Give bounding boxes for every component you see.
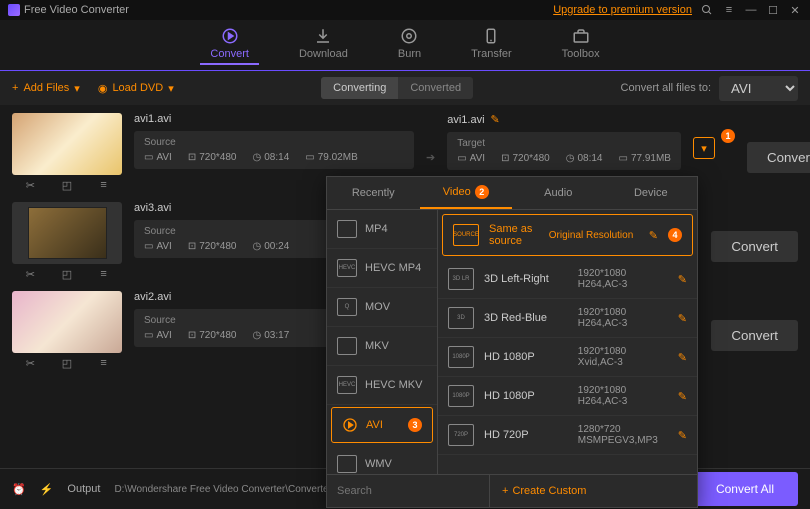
format-mkv[interactable]: MKV	[327, 327, 437, 366]
effects-icon[interactable]: ≡	[94, 268, 114, 281]
nav-transfer[interactable]: Transfer	[471, 27, 512, 64]
add-files-button[interactable]: + Add Files ▾	[12, 82, 80, 95]
toolbar: + Add Files ▾ ◉ Load DVD ▾ Converting Co…	[0, 71, 810, 105]
nav-burn[interactable]: Burn	[398, 27, 421, 64]
effects-icon[interactable]: ≡	[94, 357, 114, 370]
edit-icon[interactable]: ✎	[678, 429, 687, 442]
callout-badge: 1	[721, 129, 735, 143]
tab-converting[interactable]: Converting	[321, 77, 398, 99]
app-icon	[8, 4, 20, 16]
convert-button[interactable]: Convert	[747, 142, 810, 173]
convert-all-format-select[interactable]: AVI	[719, 76, 798, 101]
preset-option[interactable]: 1080P HD 1080P 1920*1080H264,AC-3 ✎	[438, 377, 697, 416]
close-icon[interactable]: ✕	[788, 3, 802, 17]
nav-download[interactable]: Download	[299, 27, 348, 64]
callout-badge: 3	[408, 418, 422, 432]
preset-same-as-source[interactable]: SOURCE Same as source Original Resolutio…	[442, 214, 693, 256]
preset-option[interactable]: 3D LR 3D Left-Right 1920*1080H264,AC-3 ✎	[438, 260, 697, 299]
app-title: Free Video Converter	[24, 4, 129, 16]
edit-icon[interactable]: ✎	[678, 312, 687, 325]
format-hevc-mp4[interactable]: HEVCHEVC MP4	[327, 249, 437, 288]
tab-converted[interactable]: Converted	[398, 77, 473, 99]
output-path[interactable]: D:\Wondershare Free Video Converter\Conv…	[114, 484, 337, 495]
dd-tab-recently[interactable]: Recently	[327, 177, 420, 209]
preset-option[interactable]: 1080P HD 1080P 1920*1080Xvid,AC-3 ✎	[438, 338, 697, 377]
transfer-icon	[482, 27, 500, 45]
edit-icon[interactable]: ✎	[491, 113, 500, 126]
schedule-icon[interactable]: ⏰	[12, 483, 26, 496]
trim-icon[interactable]: ✂	[20, 268, 40, 281]
edit-icon[interactable]: ✎	[649, 229, 658, 242]
preset-option[interactable]: 3D 3D Red-Blue 1920*1080H264,AC-3 ✎	[438, 299, 697, 338]
convert-button[interactable]: Convert	[711, 231, 798, 262]
power-icon[interactable]: ⚡	[40, 483, 54, 496]
format-hevc-mkv[interactable]: HEVCHEVC MKV	[327, 366, 437, 405]
titlebar: Free Video Converter Upgrade to premium …	[0, 0, 810, 20]
format-list: MP4 HEVCHEVC MP4 QMOV MKV HEVCHEVC MKV A…	[327, 210, 438, 474]
search-icon[interactable]	[700, 3, 714, 17]
trim-icon[interactable]: ✂	[20, 179, 40, 192]
crop-icon[interactable]: ◰	[57, 357, 77, 370]
minimize-icon[interactable]: —	[744, 3, 758, 17]
output-label: Output	[67, 483, 100, 495]
maximize-icon[interactable]: ☐	[766, 3, 780, 17]
dd-tab-audio[interactable]: Audio	[512, 177, 605, 209]
file-name: avi1.avi	[134, 113, 414, 125]
dd-tab-video[interactable]: Video2	[420, 177, 513, 209]
target-format-dropdown[interactable]: ▾	[693, 137, 715, 159]
burn-icon	[400, 27, 418, 45]
convert-all-label: Convert all files to:	[621, 82, 711, 94]
arrow-icon: ➔	[426, 151, 435, 164]
format-mov[interactable]: QMOV	[327, 288, 437, 327]
nav-convert[interactable]: Convert	[210, 27, 249, 64]
preset-list: SOURCE Same as source Original Resolutio…	[438, 210, 697, 474]
toolbox-icon	[572, 27, 590, 45]
upgrade-link[interactable]: Upgrade to premium version	[553, 4, 692, 16]
format-avi[interactable]: AVI3	[331, 407, 433, 443]
video-thumbnail[interactable]	[12, 202, 122, 264]
load-dvd-button[interactable]: ◉ Load DVD ▾	[98, 82, 174, 95]
convert-button[interactable]: Convert	[711, 320, 798, 351]
callout-badge: 2	[475, 185, 489, 199]
format-dropdown-panel: Recently Video2 Audio Device MP4 HEVCHEV…	[326, 176, 698, 508]
format-mp4[interactable]: MP4	[327, 210, 437, 249]
download-icon	[314, 27, 332, 45]
preset-option[interactable]: 720P HD 720P 1280*720MSMPEGV3,MP3 ✎	[438, 416, 697, 455]
dd-tab-device[interactable]: Device	[605, 177, 698, 209]
nav-toolbox[interactable]: Toolbox	[562, 27, 600, 64]
crop-icon[interactable]: ◰	[57, 179, 77, 192]
top-nav: Convert Download Burn Transfer Toolbox	[0, 20, 810, 71]
crop-icon[interactable]: ◰	[57, 268, 77, 281]
trim-icon[interactable]: ✂	[20, 357, 40, 370]
menu-icon[interactable]: ≡	[722, 3, 736, 17]
convert-icon	[221, 27, 239, 45]
format-wmv[interactable]: WMV	[327, 445, 437, 474]
convert-all-button[interactable]: Convert All	[692, 472, 798, 506]
status-tabs: Converting Converted	[321, 77, 473, 99]
edit-icon[interactable]: ✎	[678, 351, 687, 364]
callout-badge: 4	[668, 228, 682, 242]
preset-search-input[interactable]	[327, 475, 490, 507]
edit-icon[interactable]: ✎	[678, 273, 687, 286]
effects-icon[interactable]: ≡	[94, 179, 114, 192]
video-thumbnail[interactable]	[12, 291, 122, 353]
edit-icon[interactable]: ✎	[678, 390, 687, 403]
video-thumbnail[interactable]	[12, 113, 122, 175]
create-custom-button[interactable]: + Create Custom	[490, 485, 598, 497]
